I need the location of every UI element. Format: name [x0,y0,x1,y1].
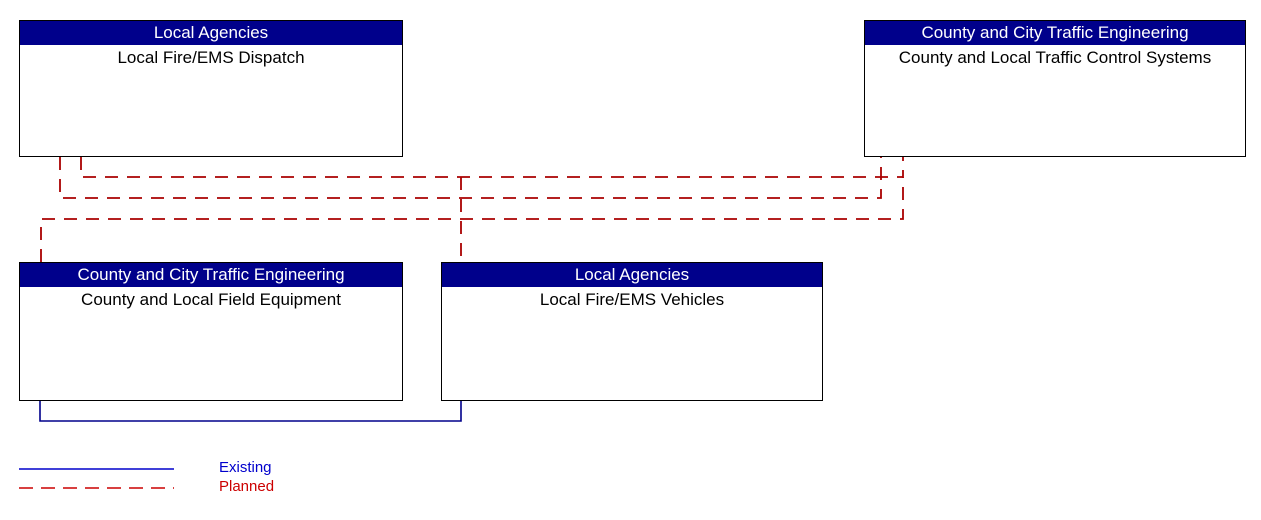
legend-label-planned: Planned [219,478,275,495]
connection-field-equipment-to-fire-ems-vehicles[interactable] [39,401,462,422]
node-local-fire-ems-dispatch[interactable]: Local Agencies Local Fire/EMS Dispatch [19,20,403,157]
node-local-fire-ems-vehicles[interactable]: Local Agencies Local Fire/EMS Vehicles [441,262,823,401]
legend-line-existing-icon [19,468,174,470]
node-element-label: Local Fire/EMS Dispatch [117,48,305,67]
node-stakeholder-label: Local Agencies [442,263,822,287]
node-element-label: Local Fire/EMS Vehicles [539,290,725,309]
node-stakeholder-label: County and City Traffic Engineering [865,21,1245,45]
legend-item-existing: Existing [19,458,339,477]
connection-dispatch-to-traffic-control-upper[interactable] [80,157,904,178]
legend-line-planned-icon [19,487,174,489]
legend-label-existing: Existing [219,459,272,476]
node-stakeholder-label: Local Agencies [20,21,402,45]
node-county-local-traffic-control-systems[interactable]: County and City Traffic Engineering Count… [864,20,1246,157]
legend: Existing Planned [19,458,339,496]
legend-item-planned: Planned [19,477,339,496]
node-element-label: County and Local Field Equipment [81,290,341,309]
connection-dispatch-to-traffic-control-lower[interactable] [59,157,882,199]
interconnect-diagram-canvas: Local Agencies Local Fire/EMS Dispatch Cou… [0,0,1261,520]
node-element-label: County and Local Traffic Control Systems [898,48,1212,67]
node-stakeholder-label: County and City Traffic Engineering [20,263,402,287]
connection-field-equipment-to-traffic-control[interactable] [40,177,904,262]
node-county-local-field-equipment[interactable]: County and City Traffic Engineering Count… [19,262,403,401]
